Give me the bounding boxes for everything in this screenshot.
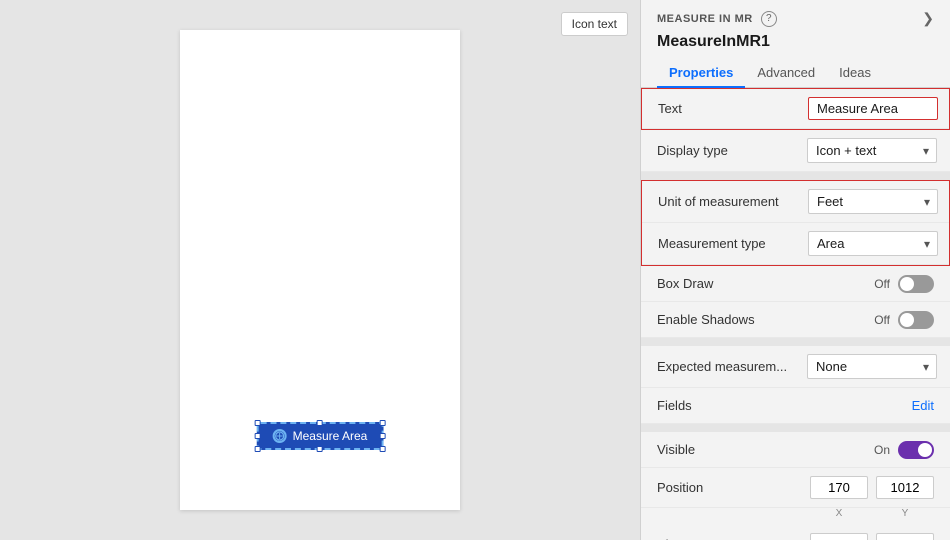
props-content: Text Display type Icon + text Icon only …: [641, 88, 950, 540]
position-y-wrap: [876, 476, 934, 499]
box-draw-toggle-wrap: Off: [874, 275, 934, 293]
size-value-wrap: [807, 533, 934, 540]
position-y-input[interactable]: [876, 476, 934, 499]
measurement-type-value-wrap: Area Length Volume: [808, 231, 938, 256]
measure-button-label: Measure Area: [293, 429, 368, 443]
tab-advanced[interactable]: Advanced: [745, 59, 827, 88]
visible-status: On: [874, 443, 890, 457]
shadows-toggle-wrap: Off: [874, 311, 934, 329]
fields-edit-link[interactable]: Edit: [912, 398, 934, 413]
shadows-label: Enable Shadows: [657, 312, 807, 327]
handle-tr: [379, 420, 385, 426]
size-row: Size: [641, 525, 950, 540]
position-value-wrap: [807, 476, 934, 499]
position-x-input[interactable]: [810, 476, 868, 499]
size-inputs: [807, 533, 934, 540]
expected-measurement-label: Expected measurem...: [657, 359, 807, 374]
section-divider-3: [641, 424, 950, 432]
measurement-type-row: Measurement type Area Length Volume: [642, 223, 949, 265]
panel-title-label: MEASURE IN MR: [657, 13, 753, 25]
measurement-type-label: Measurement type: [658, 236, 808, 251]
box-draw-status: Off: [874, 277, 890, 291]
handle-bm: [317, 446, 323, 452]
expected-measurement-value-wrap: None: [807, 354, 937, 379]
display-type-row: Display type Icon + text Icon only Text …: [641, 130, 950, 172]
component-name: MeasureInMR1: [641, 31, 950, 59]
btn-measure-icon: [273, 429, 287, 443]
size-height-input[interactable]: [876, 533, 934, 540]
display-type-select-wrapper: Icon + text Icon only Text only: [807, 138, 937, 163]
unit-value-wrap: Feet Meters Inches: [808, 189, 938, 214]
size-width-wrap: [810, 533, 868, 540]
fields-row: Fields Edit: [641, 388, 950, 424]
position-y-sub: Y: [876, 508, 934, 519]
panel-header-left: MEASURE IN MR ?: [657, 11, 777, 27]
unit-select[interactable]: Feet Meters Inches: [808, 189, 938, 214]
measure-area-button[interactable]: Measure Area: [257, 422, 384, 450]
handle-br: [379, 446, 385, 452]
expected-measurement-select[interactable]: None: [807, 354, 937, 379]
help-icon[interactable]: ?: [761, 11, 777, 27]
shadows-knob: [900, 313, 914, 327]
handle-mr: [379, 433, 385, 439]
handle-tm: [317, 420, 323, 426]
expected-measurement-select-wrapper: None: [807, 354, 937, 379]
tabs-bar: Properties Advanced Ideas: [641, 59, 950, 88]
expected-measurement-row: Expected measurem... None: [641, 346, 950, 388]
visible-value-wrap: On: [807, 441, 934, 459]
visible-row: Visible On: [641, 432, 950, 468]
unit-select-wrapper: Feet Meters Inches: [808, 189, 938, 214]
text-input[interactable]: [808, 97, 938, 120]
position-row: Position: [641, 468, 950, 508]
box-draw-label: Box Draw: [657, 276, 807, 291]
shadows-toggle[interactable]: [898, 311, 934, 329]
visible-toggle-wrap: On: [874, 441, 934, 459]
section-divider-2: [641, 338, 950, 346]
size-width-input[interactable]: [810, 533, 868, 540]
panel-header: MEASURE IN MR ? ❯: [641, 0, 950, 31]
section-divider-1: [641, 172, 950, 180]
white-canvas: Measure Area: [180, 30, 460, 510]
measurement-type-select[interactable]: Area Length Volume: [808, 231, 938, 256]
position-x-wrap: [810, 476, 868, 499]
text-value-wrap: [808, 97, 938, 120]
unit-measurement-group: Unit of measurement Feet Meters Inches M…: [641, 180, 950, 266]
tab-ideas[interactable]: Ideas: [827, 59, 883, 88]
position-sub-labels-row: X Y: [641, 508, 950, 525]
position-sub-labels: X Y: [810, 508, 934, 519]
display-type-value-wrap: Icon + text Icon only Text only: [807, 138, 937, 163]
text-row-group: Text: [641, 88, 950, 130]
display-type-label: Display type: [657, 143, 807, 158]
unit-label: Unit of measurement: [658, 194, 808, 209]
position-inputs: [807, 476, 934, 499]
position-label: Position: [657, 480, 807, 495]
text-row: Text: [642, 89, 949, 129]
right-panel: MEASURE IN MR ? ❯ MeasureInMR1 Propertie…: [640, 0, 950, 540]
handle-ml: [255, 433, 261, 439]
measurement-type-select-wrapper: Area Length Volume: [808, 231, 938, 256]
visible-knob: [918, 443, 932, 457]
fields-label: Fields: [657, 398, 807, 413]
tab-properties[interactable]: Properties: [657, 59, 745, 88]
box-draw-value-wrap: Off: [807, 275, 934, 293]
fields-value-wrap: Edit: [807, 398, 934, 413]
box-draw-row: Box Draw Off: [641, 266, 950, 302]
text-label: Text: [658, 101, 808, 116]
unit-row: Unit of measurement Feet Meters Inches: [642, 181, 949, 223]
position-x-sub: X: [810, 508, 868, 519]
canvas-area: Measure Area Icon text: [0, 0, 640, 540]
visible-toggle[interactable]: [898, 441, 934, 459]
expand-icon[interactable]: ❯: [922, 10, 934, 27]
size-height-wrap: [876, 533, 934, 540]
handle-tl: [255, 420, 261, 426]
visible-label: Visible: [657, 442, 807, 457]
shadows-value-wrap: Off: [807, 311, 934, 329]
box-draw-knob: [900, 277, 914, 291]
shadows-row: Enable Shadows Off: [641, 302, 950, 338]
display-type-select[interactable]: Icon + text Icon only Text only: [807, 138, 937, 163]
icon-text-badge: Icon text: [561, 12, 628, 36]
handle-bl: [255, 446, 261, 452]
shadows-status: Off: [874, 313, 890, 327]
box-draw-toggle[interactable]: [898, 275, 934, 293]
